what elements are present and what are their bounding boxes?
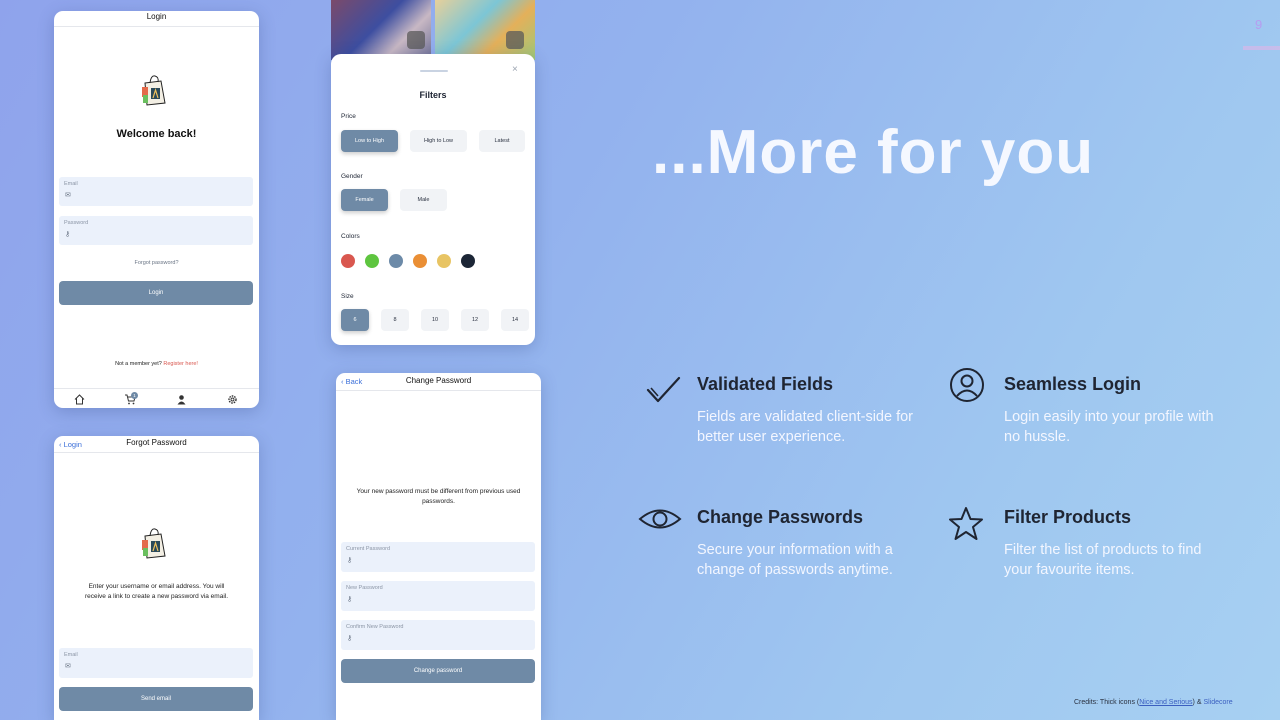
eye-icon	[638, 509, 682, 529]
size-option[interactable]: 6	[341, 309, 369, 331]
change-password-message: Your new password must be different from…	[356, 488, 521, 505]
size-option[interactable]: 8	[381, 309, 409, 331]
add-to-bag-button[interactable]	[407, 31, 425, 49]
credits: Credits: Thick icons (Nice and Serious) …	[1074, 699, 1233, 706]
slide-number: 9	[1255, 17, 1263, 32]
home-icon[interactable]	[74, 394, 85, 405]
field-label: Confirm New Password	[346, 624, 404, 630]
size-option[interactable]: 10	[421, 309, 449, 331]
key-icon: ⚷	[347, 635, 353, 642]
close-icon[interactable]: ×	[512, 64, 518, 75]
change-password-button[interactable]: Change password	[341, 659, 535, 683]
welcome-heading: Welcome back!	[116, 128, 197, 140]
screen-title: Forgot Password	[126, 438, 187, 447]
price-option[interactable]: High to Low	[410, 130, 467, 152]
forgot-password-message: Enter your username or email address. Yo…	[84, 583, 229, 600]
product-image[interactable]	[435, 0, 535, 60]
email-field-label: Email	[64, 181, 78, 187]
feature-description: Filter the list of products to find your…	[1004, 542, 1202, 578]
register-link[interactable]: Register here!	[163, 361, 198, 367]
shopping-bag-logo-icon	[142, 75, 166, 106]
send-email-button[interactable]: Send email	[59, 687, 253, 711]
key-icon: ⚷	[347, 596, 353, 603]
forgot-password-link[interactable]: Forgot password?	[54, 260, 259, 266]
confirm-password-field[interactable]: Confirm New Password ⚷	[341, 620, 535, 650]
screen-title: Change Password	[405, 376, 472, 385]
price-label: Price	[341, 113, 356, 120]
size-label: Size	[341, 293, 354, 300]
size-option[interactable]: 12	[461, 309, 489, 331]
register-prompt: Not a member yet? Register here!	[54, 361, 259, 367]
add-to-bag-button[interactable]	[506, 31, 524, 49]
shopping-bag-logo-icon	[142, 528, 166, 559]
feature-description: Login easily into your profile with no h…	[1004, 409, 1214, 445]
field-label: New Password	[346, 585, 383, 591]
slide-headline: ...More for you	[652, 118, 1095, 187]
star-icon	[949, 507, 983, 540]
feature-description: Fields are validated client-side for bet…	[697, 409, 913, 445]
login-button[interactable]: Login	[59, 281, 253, 305]
gender-option[interactable]: Male	[400, 189, 447, 211]
not-member-text: Not a member yet?	[115, 361, 162, 367]
login-screen: Login Welcome back! Email ✉ Password ⚷ F…	[54, 11, 259, 408]
tab-bar: 1	[54, 392, 259, 408]
feature-description: Secure your information with a change of…	[697, 542, 893, 578]
color-swatch[interactable]	[365, 254, 379, 268]
color-swatch[interactable]	[341, 254, 355, 268]
color-swatch[interactable]	[461, 254, 475, 268]
colors-label: Colors	[341, 233, 360, 240]
product-image[interactable]	[331, 0, 431, 60]
divider	[336, 390, 541, 391]
divider	[54, 452, 259, 453]
envelope-icon: ✉	[65, 663, 71, 670]
feature-title: Validated Fields	[697, 374, 834, 394]
profile-icon[interactable]	[176, 394, 187, 405]
feature-title: Change Passwords	[697, 507, 864, 527]
email-field[interactable]: Email ✉	[59, 177, 253, 206]
checkmark-icon	[646, 376, 681, 403]
credits-text: Credits: Thick icons (	[1074, 699, 1140, 706]
gender-option[interactable]: Female	[341, 189, 388, 211]
user-circle-icon	[950, 368, 984, 402]
password-field-label: Password	[64, 220, 89, 226]
field-label: Current Password	[346, 546, 391, 552]
filters-panel: × Filters Price Low to High High to Low …	[331, 54, 535, 345]
screen-title: Login	[146, 12, 167, 21]
color-swatch[interactable]	[437, 254, 451, 268]
envelope-icon: ✉	[65, 192, 71, 199]
size-option[interactable]: 14	[501, 309, 529, 331]
settings-gear-icon[interactable]	[227, 394, 238, 405]
current-password-field[interactable]: Current Password ⚷	[341, 542, 535, 572]
gender-label: Gender	[341, 173, 363, 180]
new-password-field[interactable]: New Password ⚷	[341, 581, 535, 611]
price-option[interactable]: Latest	[479, 130, 525, 152]
tabbar-divider	[54, 388, 259, 389]
feature-title: Filter Products	[1004, 507, 1132, 527]
filters-title: Filters	[419, 90, 447, 100]
divider	[54, 26, 259, 27]
email-field[interactable]: Email ✉	[59, 648, 253, 678]
color-swatch[interactable]	[413, 254, 427, 268]
credits-link[interactable]: Nice and Serious	[1139, 699, 1192, 706]
credits-link[interactable]: Slidecore	[1203, 699, 1232, 706]
product-images-strip	[331, 0, 535, 60]
credits-text: ) &	[1192, 699, 1204, 706]
slide-progress-bar	[1243, 46, 1280, 50]
key-icon: ⚷	[347, 557, 353, 564]
key-icon: ⚷	[65, 231, 71, 238]
change-password-screen: ‹ Back Change Password Your new password…	[336, 373, 541, 720]
color-swatch[interactable]	[389, 254, 403, 268]
email-field-label: Email	[64, 652, 78, 658]
price-option[interactable]: Low to High	[341, 130, 398, 152]
cart-badge: 1	[131, 392, 138, 399]
drag-handle[interactable]	[420, 70, 448, 72]
password-field[interactable]: Password ⚷	[59, 216, 253, 245]
forgot-password-screen: ‹ Login Forgot Password Enter your usern…	[54, 436, 259, 720]
feature-title: Seamless Login	[1004, 374, 1142, 394]
